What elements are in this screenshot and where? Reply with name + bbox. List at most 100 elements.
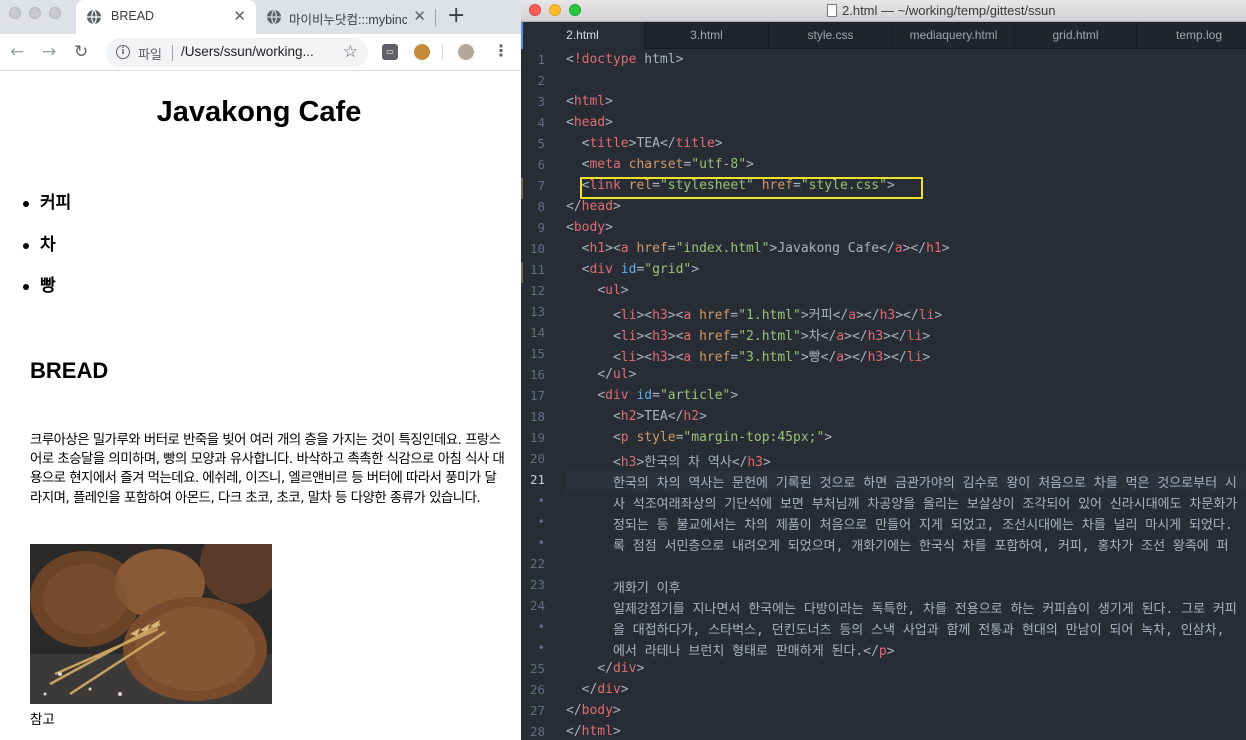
forward-arrow-icon[interactable]: → bbox=[42, 42, 56, 62]
line-number: 23 bbox=[529, 577, 545, 592]
menu-item-tea[interactable]: 차 bbox=[20, 232, 71, 274]
line-number: 11 bbox=[529, 262, 545, 277]
line-number: 3 bbox=[537, 94, 545, 109]
menu-list: 커피 차 빵 bbox=[20, 190, 71, 315]
browser-window: BREAD ✕ 마이비누닷컴:::mybinc ✕ + ← → ↻ i 파일 /… bbox=[0, 0, 521, 740]
menu-kebab-icon[interactable]: ⋮ bbox=[493, 42, 509, 60]
line-number: 18 bbox=[529, 409, 545, 424]
web-page-content: Javakong Cafe 커피 차 빵 BREAD 크루아상은 밀가루와 버터… bbox=[0, 72, 521, 740]
image-caption: 참고 bbox=[30, 712, 55, 728]
soft-wrap-marker: • bbox=[537, 640, 545, 655]
tab-title: 마이비누닷컴:::mybinc bbox=[289, 13, 407, 27]
editor-tab-grid-html[interactable]: grid.html bbox=[1015, 22, 1137, 49]
close-window-button[interactable] bbox=[529, 4, 541, 16]
browser-toolbar: ← → ↻ i 파일 /Users/ssun/working... ☆ ▭ ⋮ bbox=[0, 34, 521, 71]
line-number: 1 bbox=[537, 52, 545, 67]
code-line: 에서 라테나 브런치 형태로 판매하게 된다.</p> bbox=[566, 644, 895, 659]
soft-wrap-marker: • bbox=[537, 535, 545, 550]
code-line: </html> bbox=[566, 724, 621, 739]
line-number: 14 bbox=[529, 325, 545, 340]
code-line: <div id="grid"> bbox=[581, 262, 700, 277]
zoom-window-button[interactable] bbox=[49, 7, 61, 19]
line-number: 22 bbox=[529, 556, 545, 571]
url-text[interactable]: /Users/ssun/working... bbox=[181, 44, 331, 59]
code-line: <title>TEA</title> bbox=[581, 136, 723, 151]
minimize-window-button[interactable] bbox=[549, 4, 561, 16]
line-number: 15 bbox=[529, 346, 545, 361]
code-line: 정되는 등 불교에서는 차의 제품이 처음으로 만들어 지게 되었고, 조선시대… bbox=[566, 518, 1233, 533]
line-number: 4 bbox=[537, 115, 545, 130]
code-area[interactable]: 1 2 3 4 5 6 7 8 9 10 11 12 13 14 15 16 1… bbox=[521, 50, 1246, 740]
soft-wrap-marker: • bbox=[537, 514, 545, 529]
tab-title: BREAD bbox=[111, 9, 155, 23]
code-line: </div> bbox=[597, 661, 645, 676]
zoom-window-button[interactable] bbox=[569, 4, 581, 16]
article-text: 크루아상은 밀가루와 버터로 반죽을 빚어 여러 개의 층을 가지는 것이 특징… bbox=[30, 433, 505, 506]
page-heading-link[interactable]: Javakong Cafe bbox=[0, 96, 518, 129]
editor-tab-mediaquery-html[interactable]: mediaquery.html bbox=[893, 22, 1015, 49]
editor-tab-2-html[interactable]: 2.html bbox=[521, 22, 645, 49]
editor-tab-3-html[interactable]: 3.html bbox=[645, 22, 769, 49]
line-number: 2 bbox=[537, 73, 545, 88]
line-number: 24 bbox=[529, 598, 545, 613]
soft-wrap-marker: • bbox=[537, 619, 545, 634]
close-window-button[interactable] bbox=[9, 7, 21, 19]
cookie-extension-icon[interactable] bbox=[414, 44, 430, 60]
toolbar-separator bbox=[442, 44, 443, 60]
code-editor-window: 2.html — ~/working/temp/gittest/ssun 2.h… bbox=[521, 0, 1246, 740]
line-number: 28 bbox=[529, 724, 545, 739]
code-line: </div> bbox=[581, 682, 629, 697]
extension-icon[interactable]: ▭ bbox=[382, 44, 398, 60]
code-line: <meta charset="utf-8"> bbox=[581, 157, 754, 172]
globe-icon bbox=[87, 9, 101, 25]
code-line: </head> bbox=[566, 199, 621, 214]
browser-tab-mybinu[interactable]: 마이비누닷컴:::mybinc ✕ bbox=[256, 0, 436, 34]
close-tab-icon[interactable]: ✕ bbox=[413, 8, 426, 24]
editor-tab-style-css[interactable]: style.css bbox=[769, 22, 893, 49]
code-line: <h1><a href="index.html">Javakong Cafe</… bbox=[581, 241, 950, 256]
window-title-text: 2.html — ~/working/temp/gittest/ssun bbox=[842, 3, 1056, 18]
line-number: 8 bbox=[537, 199, 545, 214]
line-number: 6 bbox=[537, 157, 545, 172]
document-icon bbox=[827, 4, 837, 17]
line-number-gutter: 1 2 3 4 5 6 7 8 9 10 11 12 13 14 15 16 1… bbox=[521, 50, 557, 740]
profile-avatar[interactable] bbox=[458, 44, 474, 60]
line-number: 5 bbox=[537, 136, 545, 151]
menu-item-bread[interactable]: 빵 bbox=[20, 273, 71, 315]
code-line: </body> bbox=[566, 703, 621, 718]
code-line: <li><h3><a href="3.html">빵</a></h3></li> bbox=[612, 350, 931, 365]
menu-item-coffee[interactable]: 커피 bbox=[20, 190, 71, 232]
scheme-label: 파일 bbox=[138, 48, 162, 63]
close-tab-icon[interactable]: ✕ bbox=[233, 8, 246, 24]
editor-tab-temp-log[interactable]: temp.log bbox=[1137, 22, 1246, 49]
code-line: <ul> bbox=[597, 283, 629, 298]
browser-tab-bread[interactable]: BREAD ✕ bbox=[76, 0, 256, 34]
code-line: <body> bbox=[566, 220, 613, 235]
code-line: 을 대접하다가, 스타벅스, 던킨도너츠 등의 스낵 사업과 함께 전통과 현대… bbox=[566, 623, 1225, 638]
soft-wrap-marker: • bbox=[537, 493, 545, 508]
code-line: <p style="margin-top:45px;"> bbox=[612, 430, 833, 445]
line-number: 17 bbox=[529, 388, 545, 403]
address-bar[interactable]: i 파일 /Users/ssun/working... ☆ bbox=[106, 38, 368, 67]
line-number: 9 bbox=[537, 220, 545, 235]
omnibox-divider bbox=[172, 45, 173, 61]
reload-icon[interactable]: ↻ bbox=[74, 42, 88, 62]
code-line: 개화기 이후 bbox=[566, 581, 681, 596]
bookmark-star-icon[interactable]: ☆ bbox=[343, 42, 358, 62]
code-line: 일제강점기를 지나면서 한국에는 다방이라는 독특한, 차를 전용으로 하는 커… bbox=[566, 602, 1237, 617]
new-tab-button[interactable]: + bbox=[447, 3, 465, 29]
editor-title-bar: 2.html — ~/working/temp/gittest/ssun bbox=[521, 0, 1246, 22]
info-icon[interactable]: i bbox=[116, 45, 130, 59]
code-line: <!doctype html> bbox=[566, 52, 684, 67]
code-line: 사 석조여래좌상의 기단석에 보면 부처님께 차공양을 올리는 보살상이 조각되… bbox=[566, 497, 1238, 512]
line-number: 27 bbox=[529, 703, 545, 718]
code-line: 한국의 차의 역사는 문헌에 기록된 것으로 하면 금관가야의 김수로 왕이 처… bbox=[566, 476, 1237, 491]
code-line: <h3>한국의 차 역사</h3> bbox=[612, 455, 771, 470]
code-line: <h2>TEA</h2> bbox=[612, 409, 707, 424]
editor-window-title: 2.html — ~/working/temp/gittest/ssun bbox=[827, 3, 1056, 18]
article-title: BREAD bbox=[30, 358, 109, 383]
globe-icon bbox=[267, 9, 281, 25]
minimize-window-button[interactable] bbox=[29, 7, 41, 19]
back-arrow-icon[interactable]: ← bbox=[10, 42, 24, 62]
line-number: 13 bbox=[529, 304, 545, 319]
